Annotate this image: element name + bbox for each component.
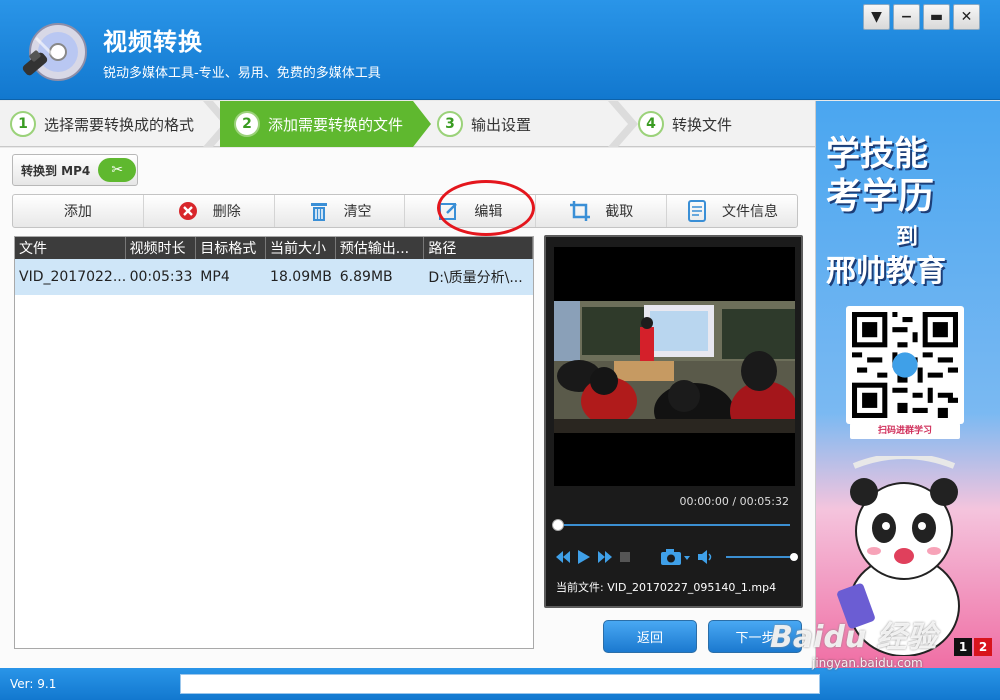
watermark-logo: Baidu 经验 (770, 620, 937, 655)
cell-format: MP4 (200, 269, 230, 285)
file-table: 文件 视频时长 目标格式 当前大小 预估输出... 路径 VID_2017022… (14, 236, 534, 649)
add-label: 添加 (63, 204, 92, 220)
volume-icon[interactable] (698, 550, 714, 564)
app-subtitle: 锐动多媒体工具-专业、易用、免费的多媒体工具 (103, 66, 381, 81)
convert-format-label: 转换到 MP4 (21, 163, 91, 178)
playback-time: 00:00:00 / 00:05:32 (679, 495, 789, 508)
table-header: 文件 视频时长 目标格式 当前大小 预估输出... 路径 (15, 237, 533, 259)
step-separator-icon (608, 101, 638, 147)
step-arrow-icon (405, 101, 431, 147)
video-preview-panel: 00:00:00 / 00:05:32 当前文件: VID_20170227_0… (544, 235, 803, 608)
step-4-number: 4 (638, 111, 664, 137)
wizard-steps: 1 选择需要转换成的格式 2 添加需要转换的文件 3 输出设置 4 转换文件 (0, 101, 815, 147)
column-header[interactable]: 视频时长 (126, 237, 197, 259)
main-content: 转换到 MP4 ✂ 添加 删除 清空 编辑 截取 文件信息 文件 视频时长 目标… (0, 148, 815, 668)
video-frame-image (554, 301, 795, 433)
step-1[interactable]: 1 选择需要转换成的格式 (0, 101, 205, 147)
qr-caption: 扫码进群学习 (850, 423, 960, 439)
stop-icon[interactable] (620, 552, 630, 562)
video-screen[interactable] (554, 247, 795, 486)
trash-icon (308, 200, 330, 222)
menu-dropdown-icon[interactable]: ▼ (863, 4, 890, 30)
crop-icon (569, 200, 591, 222)
cell-path: D:\质量分析\... (428, 270, 523, 286)
ad-headline-2: 考学历 (826, 176, 935, 217)
snapshot-camera-icon[interactable] (660, 548, 690, 566)
step-4-label: 转换文件 (672, 115, 733, 134)
seek-handle[interactable] (552, 519, 564, 531)
column-header[interactable]: 路径 (424, 237, 533, 259)
window-controls: ▼ − ▬ ✕ (863, 4, 980, 30)
ad-pagination: 1 2 (954, 638, 992, 656)
clear-label: 清空 (343, 204, 372, 220)
app-title: 视频转换 (103, 28, 203, 56)
title-bar: 视频转换 锐动多媒体工具-专业、易用、免费的多媒体工具 ▼ − ▬ ✕ (0, 0, 1000, 100)
volume-handle[interactable] (790, 553, 798, 561)
delete-button[interactable]: 删除 (144, 195, 275, 227)
column-header[interactable]: 预估输出... (336, 237, 425, 259)
delete-icon (177, 200, 199, 222)
progress-bar (180, 674, 820, 694)
rewind-icon[interactable] (556, 551, 570, 563)
cell-filename: VID_2017022... (19, 269, 126, 285)
clear-button[interactable]: 清空 (275, 195, 406, 227)
ad-brand: 邢帅教育 (826, 254, 946, 289)
file-toolbar: 添加 删除 清空 编辑 截取 文件信息 (12, 194, 798, 228)
cell-estimated-size: 6.89MB (339, 269, 393, 285)
advertisement-banner[interactable]: 学技能 考学历 到 邢帅教育 扫码进群学习 1 2 (815, 101, 1000, 668)
step-2-number: 2 (234, 111, 260, 137)
file-info-label: 文件信息 (722, 204, 779, 220)
play-icon[interactable] (578, 550, 590, 564)
player-controls (556, 547, 798, 567)
close-icon[interactable]: ✕ (953, 4, 980, 30)
convert-format-button[interactable]: 转换到 MP4 ✂ (12, 154, 138, 186)
qr-code-image (846, 306, 964, 424)
step-2-label: 添加需要转换的文件 (268, 115, 404, 134)
step-1-label: 选择需要转换成的格式 (44, 115, 195, 134)
maximize-icon[interactable]: ▬ (923, 4, 950, 30)
column-header[interactable]: 当前大小 (266, 237, 336, 259)
cell-size: 18.09MB (270, 269, 332, 285)
step-2[interactable]: 2 添加需要转换的文件 (220, 101, 405, 147)
file-info-button[interactable]: 文件信息 (667, 195, 797, 227)
volume-slider[interactable] (726, 553, 798, 561)
step-3-number: 3 (437, 111, 463, 137)
step-3[interactable]: 3 输出设置 (433, 101, 613, 147)
app-logo-icon (22, 23, 87, 81)
version-label: Ver: 9.1 (10, 677, 57, 691)
tools-icon: ✂ (98, 158, 137, 182)
crop-label: 截取 (605, 204, 634, 220)
document-icon (686, 200, 708, 222)
seek-bar[interactable] (552, 519, 790, 531)
step-3-label: 输出设置 (471, 115, 532, 134)
ad-page-1[interactable]: 1 (954, 638, 972, 656)
add-button[interactable]: 添加 (13, 195, 144, 227)
cell-duration: 00:05:33 (129, 269, 193, 285)
ad-page-2[interactable]: 2 (974, 638, 992, 656)
status-bar: Ver: 9.1 (0, 668, 1000, 700)
crop-button[interactable]: 截取 (536, 195, 668, 227)
column-header[interactable]: 目标格式 (196, 237, 267, 259)
fast-forward-icon[interactable] (598, 551, 612, 563)
current-file-label: 当前文件: VID_20170227_095140_1.mp4 (556, 581, 777, 594)
delete-label: 删除 (212, 204, 241, 220)
highlight-ring (437, 180, 535, 236)
back-button[interactable]: 返回 (603, 620, 697, 653)
step-4[interactable]: 4 转换文件 (638, 101, 808, 147)
table-row[interactable]: VID_2017022... 00:05:33 MP4 18.09MB 6.89… (15, 259, 533, 295)
minimize-icon[interactable]: − (893, 4, 920, 30)
step-1-number: 1 (10, 111, 36, 137)
watermark-url: jingyan.baidu.com (812, 656, 923, 670)
column-header[interactable]: 文件 (15, 237, 126, 259)
